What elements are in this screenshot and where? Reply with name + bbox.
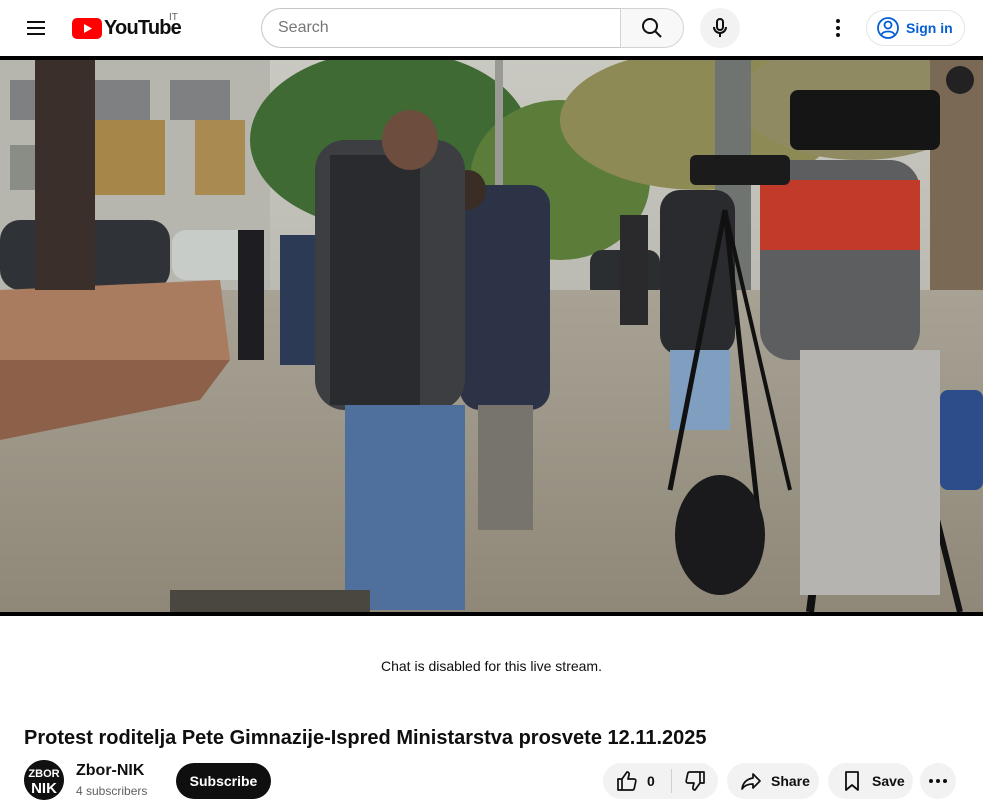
search-icon xyxy=(642,18,662,38)
video-title: Protest roditelja Pete Gimnazije-Ispred … xyxy=(24,727,707,749)
thumbs-up-icon xyxy=(617,771,637,791)
guide-menu-button[interactable] xyxy=(16,8,56,48)
bookmark-icon xyxy=(845,771,859,791)
horizontal-dots-icon xyxy=(929,779,947,783)
search-button[interactable] xyxy=(620,8,684,48)
dislike-button[interactable] xyxy=(672,763,718,799)
share-button[interactable]: Share xyxy=(727,763,819,799)
channel-name-link[interactable]: Zbor-NIK xyxy=(76,762,144,780)
channel-avatar[interactable]: ZBOR NIK xyxy=(24,760,64,800)
voice-search-button[interactable] xyxy=(700,8,740,48)
svg-text:ZBOR: ZBOR xyxy=(28,768,59,780)
country-code: IT xyxy=(169,12,178,23)
microphone-icon xyxy=(713,18,727,37)
save-label: Save xyxy=(872,773,905,789)
youtube-logo[interactable]: YouTube xyxy=(72,14,182,42)
subscriber-count: 4 subscribers xyxy=(76,784,148,798)
search-box xyxy=(261,8,621,48)
more-actions-button[interactable] xyxy=(920,763,956,799)
like-dislike-group: 0 xyxy=(603,763,718,799)
settings-more-button[interactable] xyxy=(818,8,858,48)
vertical-dots-icon xyxy=(836,19,840,37)
chat-disabled-notice: Chat is disabled for this live stream. xyxy=(381,658,602,674)
sign-in-button[interactable]: Sign in xyxy=(866,10,965,46)
youtube-play-icon xyxy=(72,17,102,39)
account-icon xyxy=(877,17,899,39)
hamburger-menu-icon xyxy=(27,21,45,35)
like-count: 0 xyxy=(647,773,655,789)
sign-in-label: Sign in xyxy=(906,20,953,36)
search-input[interactable] xyxy=(278,19,621,37)
thumbs-down-icon xyxy=(685,771,705,791)
video-player[interactable] xyxy=(0,56,983,616)
like-button[interactable]: 0 xyxy=(603,763,671,799)
svg-text:NIK: NIK xyxy=(31,780,57,797)
video-frame[interactable] xyxy=(0,60,983,612)
video-scene-image xyxy=(0,60,983,612)
share-label: Share xyxy=(771,773,810,789)
channel-logo-icon: ZBOR NIK xyxy=(24,760,64,800)
save-button[interactable]: Save xyxy=(828,763,913,799)
subscribe-button[interactable]: Subscribe xyxy=(176,763,271,799)
masthead: YouTube IT Sign in xyxy=(0,0,983,56)
share-arrow-icon xyxy=(741,773,761,790)
